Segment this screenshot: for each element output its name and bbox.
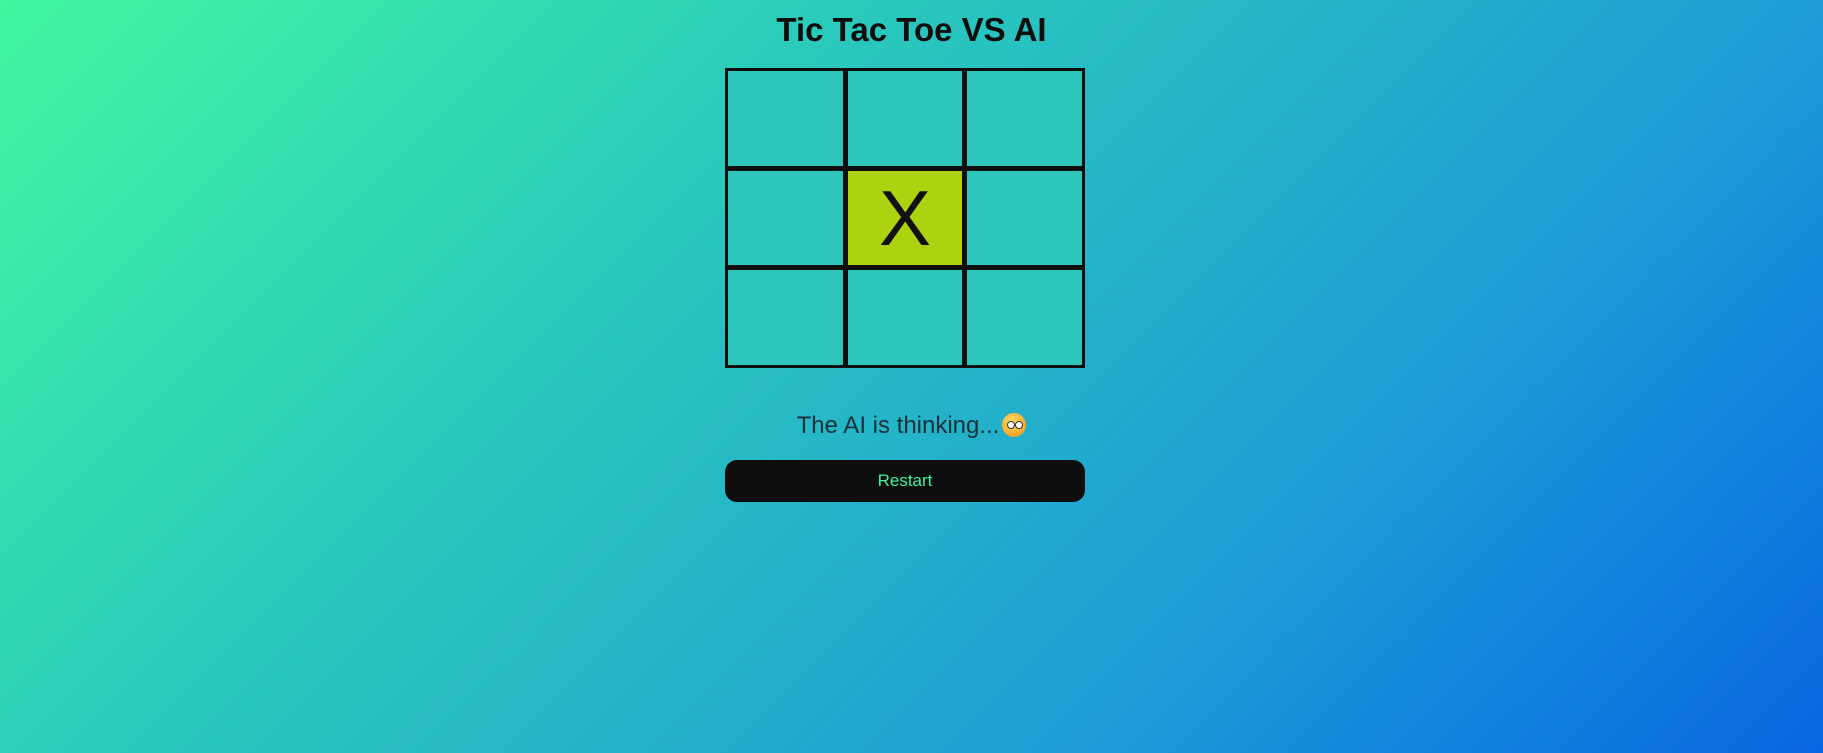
status-text: The AI is thinking...: [796, 412, 1000, 439]
board-cell-5[interactable]: X: [847, 170, 963, 266]
board-cell-1[interactable]: [728, 71, 843, 166]
board-cell-4[interactable]: [728, 170, 843, 266]
board-cell-3[interactable]: [967, 71, 1082, 166]
page-title: Tic Tac Toe VS AI: [776, 11, 1047, 48]
thinking-face-icon: [1002, 413, 1027, 437]
restart-button[interactable]: Restart: [725, 460, 1085, 502]
board-cell-2[interactable]: [847, 71, 963, 166]
game-board: X: [725, 68, 1085, 368]
board-cell-7[interactable]: [728, 270, 843, 365]
board-cell-6[interactable]: [967, 170, 1082, 266]
game-status: The AI is thinking...: [0, 410, 1823, 442]
board-cell-9[interactable]: [967, 270, 1082, 365]
board-cell-8[interactable]: [847, 270, 963, 365]
